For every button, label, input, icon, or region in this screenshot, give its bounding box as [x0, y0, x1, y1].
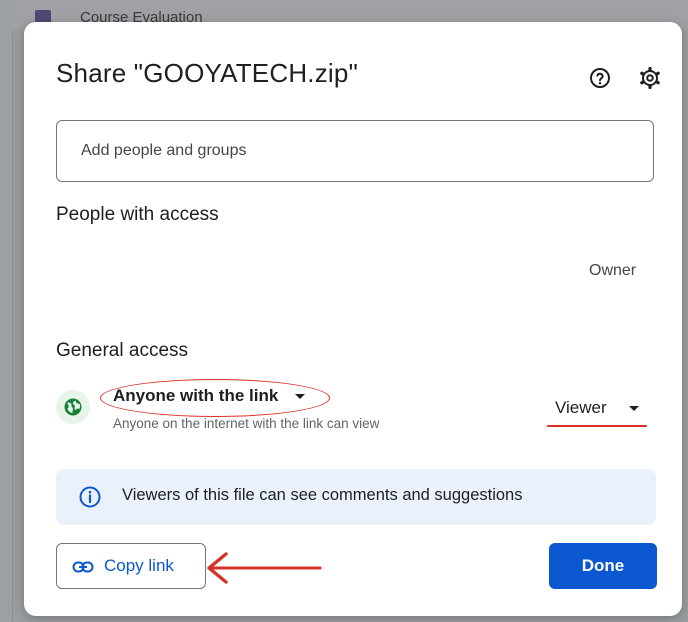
globe-icon-badge [56, 390, 90, 424]
role-label[interactable]: Viewer [555, 398, 607, 418]
role-dropdown-arrow-icon[interactable] [629, 406, 639, 411]
add-people-input[interactable] [56, 120, 654, 182]
general-access-heading: General access [56, 340, 189, 361]
gear-icon [640, 66, 660, 90]
role-annotation-underline [547, 425, 647, 427]
help-circle-icon [590, 68, 610, 88]
red-arrow-icon [207, 552, 322, 584]
settings-button[interactable] [638, 66, 662, 90]
link-icon [72, 561, 94, 573]
general-access-description: Anyone on the internet with the link can… [113, 416, 380, 431]
role-dropdown[interactable]: Viewer [547, 396, 647, 427]
general-access-label[interactable]: Anyone with the link [113, 386, 278, 406]
done-label[interactable]: Done [549, 556, 657, 576]
owner-role-label: Owner [589, 262, 637, 279]
info-banner-text: Viewers of this file can see comments an… [122, 486, 523, 504]
copy-link-button[interactable]: Copy link [56, 543, 206, 589]
people-with-access-heading: People with access [56, 204, 219, 225]
globe-icon [64, 398, 82, 416]
access-dropdown-arrow-icon[interactable] [295, 394, 305, 399]
help-button[interactable] [588, 66, 612, 90]
done-button[interactable]: Done [549, 543, 657, 589]
share-dialog: Share "GOOYATECH.zip" People with access… [24, 22, 682, 616]
info-icon [79, 486, 101, 508]
copy-link-label[interactable]: Copy link [104, 556, 174, 576]
info-banner: Viewers of this file can see comments an… [56, 469, 656, 525]
dialog-title: Share "GOOYATECH.zip" [56, 58, 358, 88]
